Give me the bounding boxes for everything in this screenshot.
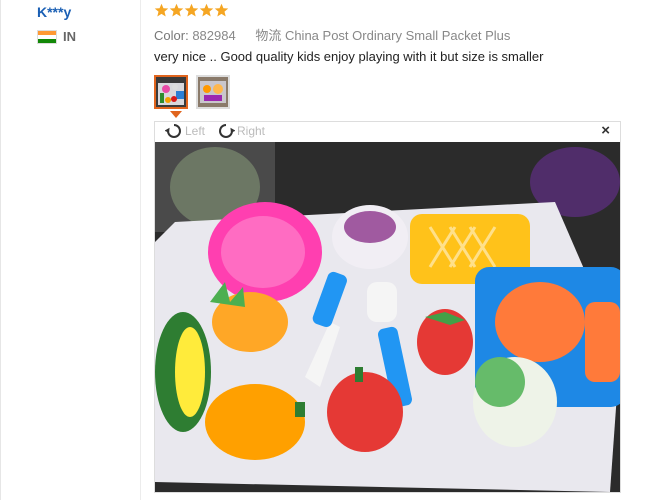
- selected-thumbnail-pointer: [170, 111, 182, 118]
- rotate-left-icon: [165, 124, 181, 138]
- rotate-right-label: Right: [237, 124, 266, 138]
- rotate-left-label: Left: [185, 124, 206, 138]
- review-text: very nice .. Good quality kids enjoy pla…: [154, 49, 544, 64]
- rotate-right-button[interactable]: Right: [217, 123, 265, 139]
- star-icon: [199, 3, 214, 17]
- thumbnail-1[interactable]: [154, 75, 188, 109]
- thumbnail-2[interactable]: [196, 75, 230, 109]
- color-label: Color:: [154, 28, 189, 43]
- viewer-toolbar: Left Right ×: [155, 122, 620, 140]
- image-viewer: Left Right ×: [154, 121, 621, 493]
- star-icon: [169, 3, 184, 17]
- rotate-right-icon: [219, 124, 235, 138]
- reviewer-country: IN: [37, 29, 76, 44]
- star-icon: [184, 3, 199, 17]
- review-photo: [155, 142, 620, 492]
- thumbnail-image: [198, 77, 228, 107]
- star-icon: [214, 3, 229, 17]
- india-flag-icon: [37, 29, 57, 44]
- star-icon: [154, 3, 169, 17]
- thumbnail-image: [156, 77, 186, 107]
- review-thumbnails: [154, 75, 238, 109]
- shipping-method: 物流 China Post Ordinary Small Packet Plus: [255, 28, 511, 43]
- review-meta: Color: 882984 物流 China Post Ordinary Sma…: [154, 25, 510, 44]
- review-photo-image: [155, 142, 620, 492]
- reviewer-name[interactable]: K***y: [37, 4, 71, 20]
- star-rating: [154, 3, 229, 18]
- reviewer-column: K***y IN: [0, 0, 141, 500]
- color-value: 882984: [192, 28, 236, 43]
- close-viewer-button[interactable]: ×: [601, 123, 610, 139]
- rotate-left-button[interactable]: Left: [165, 123, 205, 139]
- country-code: IN: [63, 29, 76, 44]
